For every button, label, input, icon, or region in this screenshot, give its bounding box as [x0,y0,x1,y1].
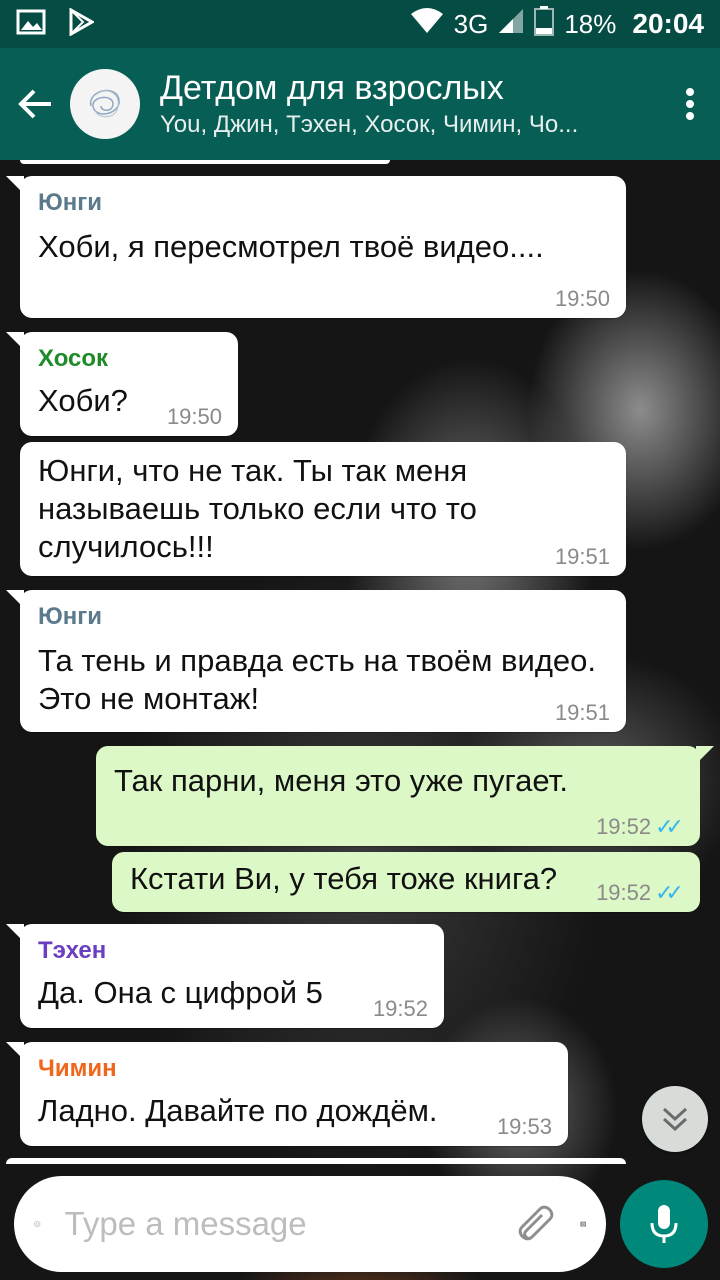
double-check-icon: ✓✓ [655,880,684,905]
camera-icon[interactable] [579,1202,587,1246]
group-info[interactable]: Детдом для взрослых You, Джин, Тэхен, Хо… [160,67,660,141]
group-avatar[interactable] [70,69,140,139]
battery-level: 18% [564,8,617,39]
mic-icon [650,1205,678,1243]
network-type: 3G [453,8,489,39]
message-text: Да. Она с цифрой 5 [38,975,323,1010]
message-bubble[interactable]: Юнги, что не так. Ты так меня называешь … [20,442,626,576]
message-bubble-outgoing[interactable]: Так парни, меня это уже пугает. 19:52 ✓✓ [96,746,714,846]
arrow-left-icon [18,89,51,119]
message-input[interactable] [64,1205,490,1243]
message-time: 19:51 [554,700,610,725]
play-store-notification-icon [68,6,96,41]
message-text: Ладно. Давайте по дождём. [38,1093,438,1128]
group-members: You, Джин, Тэхен, Хосок, Чимин, Чо... [160,111,579,138]
scroll-to-bottom-button[interactable] [642,1086,708,1152]
double-check-icon: ✓✓ [655,814,684,839]
message-sender: Хосок [38,345,109,372]
message-text: Та тень и правда есть на твоём видео. Эт… [38,643,596,716]
message-time: 19:50 [554,286,610,311]
clock: 20:04 [632,8,704,39]
group-title: Детдом для взрослых [160,69,504,107]
message-bubble[interactable]: Юнги Та тень и правда есть на твоём виде… [6,590,626,732]
attach-button[interactable] [512,1199,558,1249]
signal-icon [498,8,524,41]
back-button[interactable] [0,48,70,160]
composer [14,1176,606,1272]
more-vert-icon [686,88,694,120]
wifi-icon [410,7,444,41]
message-text: Так парни, меня это уже пугает. [114,763,568,798]
message-bubble[interactable]: Юнги Хоби, я пересмотрел твоё видео.... … [6,176,626,318]
message-text: Юнги, что не так. Ты так меня называешь … [38,453,477,564]
message-sender: Чимин [38,1055,117,1082]
battery-icon [534,5,555,43]
status-bar: 3G 18% 20:04 [0,0,720,48]
message-bubble[interactable]: Тэхен Да. Она с цифрой 5 19:52 [6,924,444,1028]
message-time: 19:52 [596,880,652,905]
emoji-icon[interactable] [34,1202,41,1246]
partial-message [20,160,390,164]
gallery-notification-icon [16,9,46,40]
menu-button[interactable] [660,48,720,160]
message-text: Хоби, я пересмотрел твоё видео.... [38,229,544,264]
message-time: 19:51 [554,544,610,569]
message-bubble[interactable]: Чимин Ладно. Давайте по дождём. 19:53 [6,1042,568,1146]
message-time: 19:52 [372,996,428,1021]
chat-header: Детдом для взрослых You, Джин, Тэхен, Хо… [0,48,720,160]
message-list[interactable]: Юнги Хоби, я пересмотрел твоё видео.... … [0,160,720,1170]
message-sender: Юнги [38,189,102,216]
message-time: 19:50 [166,404,222,429]
chevron-double-down-icon [662,1107,688,1132]
message-bubble[interactable]: Хосок Хоби? 19:50 [6,332,238,436]
mic-button[interactable] [620,1180,708,1268]
message-sender: Юнги [38,603,102,630]
message-time: 19:52 [596,814,652,839]
partial-message [6,1158,626,1164]
message-sender: Тэхен [38,937,107,964]
message-time: 19:53 [496,1114,552,1139]
paperclip-icon [518,1205,553,1241]
message-bubble-outgoing[interactable]: Кстати Ви, у тебя тоже книга? 19:52 ✓✓ [112,852,700,912]
